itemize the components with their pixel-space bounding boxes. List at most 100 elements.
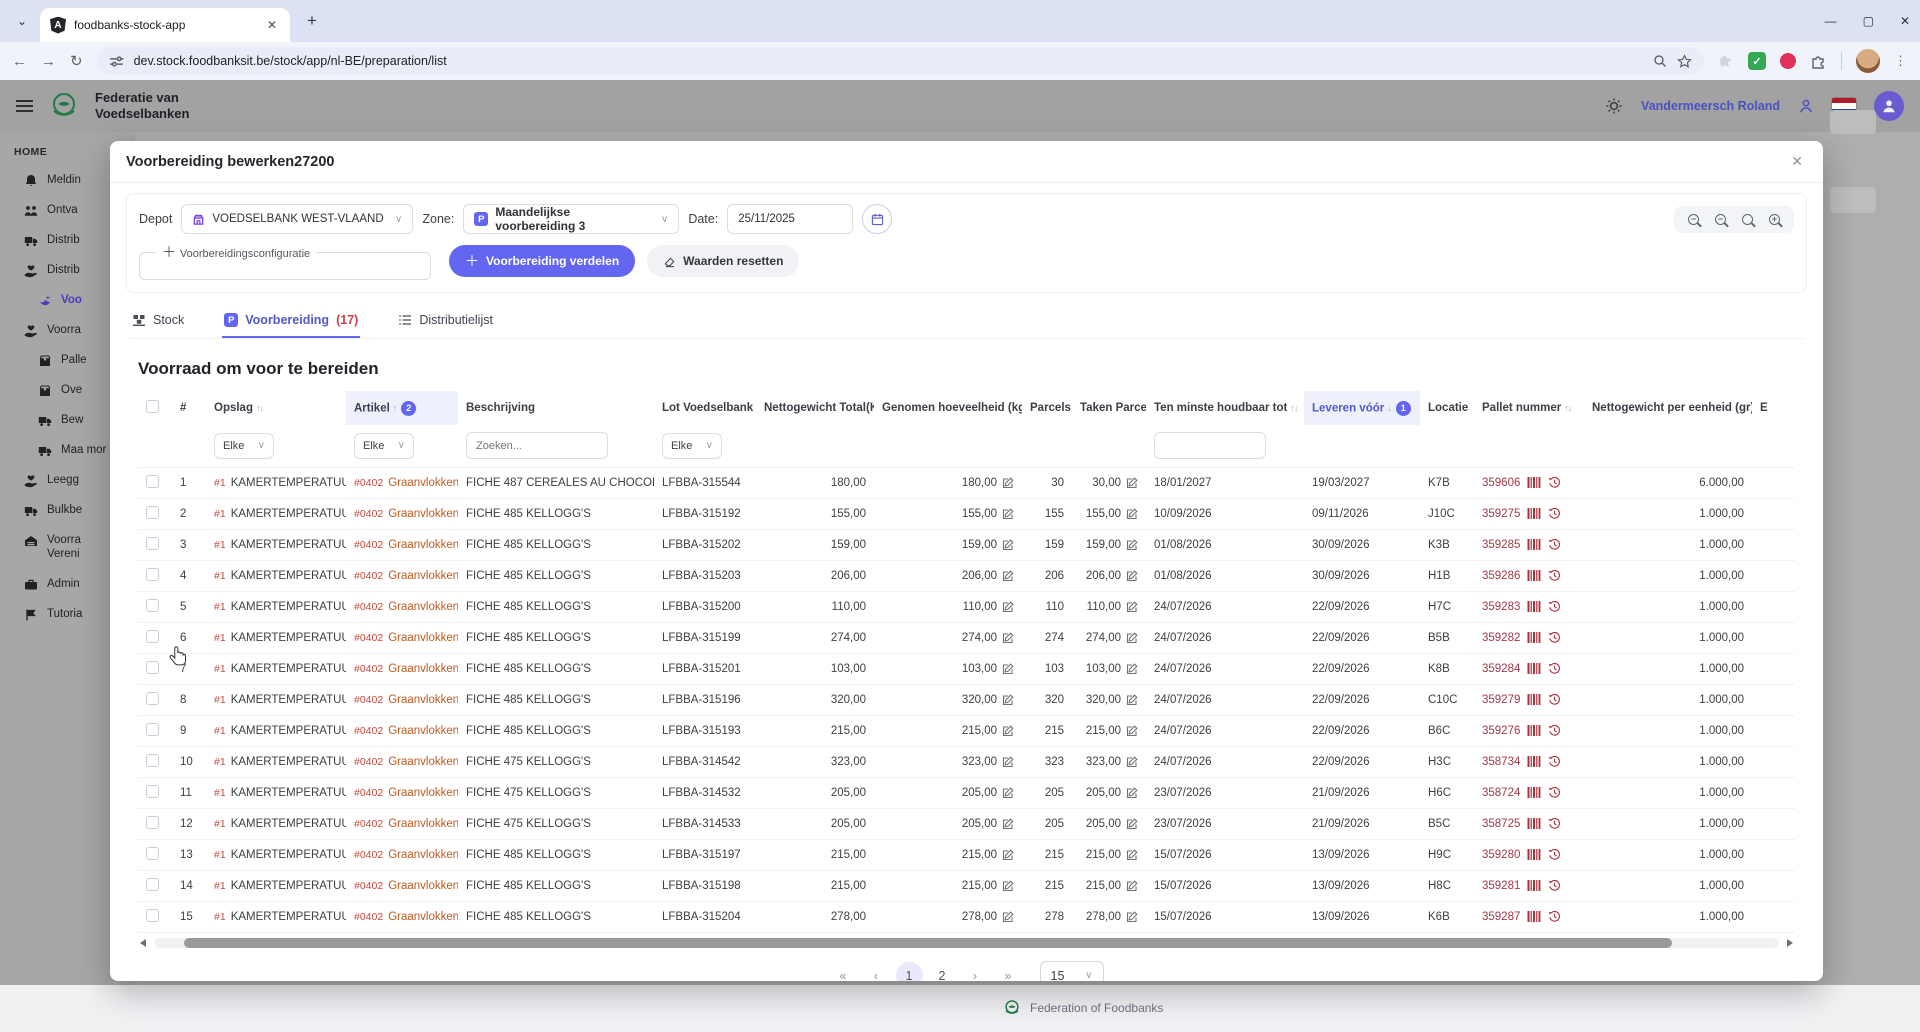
filter-artikel-select[interactable]: Elke ∨ <box>354 432 414 459</box>
history-icon[interactable] <box>1548 755 1561 768</box>
pallet-number-link[interactable]: 359280 <box>1482 849 1520 861</box>
barcode-icon[interactable] <box>1527 755 1541 768</box>
edit-icon[interactable] <box>1002 507 1014 520</box>
tab-search-chevron-icon[interactable]: ⌄ <box>8 7 36 35</box>
depot-select[interactable]: VOEDSELBANK WEST-VLAANDEREN ∨ <box>181 204 414 234</box>
pallet-number-link[interactable]: 359284 <box>1482 663 1520 675</box>
row-checkbox[interactable] <box>146 629 159 643</box>
edit-icon[interactable] <box>1002 600 1014 613</box>
page-size-select[interactable]: 15 ∨ <box>1039 960 1104 981</box>
theme-sun-icon[interactable] <box>1605 97 1623 115</box>
col-pallet-header[interactable]: Pallet nummer ↑↓ <box>1474 391 1584 425</box>
zoom-out-icon[interactable]: − <box>1688 213 1699 225</box>
barcode-icon[interactable] <box>1527 879 1541 892</box>
pallet-number-link[interactable]: 359279 <box>1482 694 1520 706</box>
col-tht-header[interactable]: Ten minste houdbaar tot ↑↓ <box>1146 391 1304 425</box>
barcode-icon[interactable] <box>1527 507 1541 520</box>
history-icon[interactable] <box>1548 817 1561 830</box>
edit-icon[interactable] <box>1126 693 1138 706</box>
row-checkbox[interactable] <box>146 567 159 581</box>
select-all-checkbox[interactable] <box>146 400 159 413</box>
tab-stock[interactable]: Stock <box>130 305 186 338</box>
barcode-icon[interactable] <box>1527 600 1541 613</box>
sort-icon[interactable]: ↑↓ <box>1564 403 1572 413</box>
sort-icon[interactable]: ↑↓ <box>256 403 264 413</box>
reload-button[interactable]: ↻ <box>70 52 83 70</box>
url-bar[interactable]: dev.stock.foodbanksit.be/stock/app/nl-BE… <box>96 47 1704 75</box>
edit-icon[interactable] <box>1126 569 1138 582</box>
tab-close-icon[interactable]: ✕ <box>264 18 280 32</box>
page-1-button[interactable]: 1 <box>895 962 923 981</box>
page-2-button[interactable]: 2 <box>929 962 956 982</box>
edit-icon[interactable] <box>1002 755 1014 768</box>
date-input[interactable]: 25/11/2025 <box>727 204 854 234</box>
row-checkbox[interactable] <box>146 753 159 767</box>
history-icon[interactable] <box>1548 724 1561 737</box>
user-avatar[interactable] <box>1874 91 1904 121</box>
new-tab-button[interactable]: + <box>298 7 326 35</box>
history-icon[interactable] <box>1548 538 1561 551</box>
row-checkbox[interactable] <box>146 784 159 798</box>
zoom-out-small-icon[interactable]: − <box>1715 213 1726 225</box>
red-dot-extension-icon[interactable] <box>1780 53 1796 69</box>
site-settings-icon[interactable] <box>109 54 124 69</box>
filter-search-input[interactable] <box>466 432 608 460</box>
pallet-number-link[interactable]: 359287 <box>1482 911 1520 923</box>
pallet-number-link[interactable]: 358724 <box>1482 787 1520 799</box>
row-checkbox[interactable] <box>146 877 159 891</box>
filter-opslag-select[interactable]: Elke ∨ <box>214 432 274 459</box>
pallet-number-link[interactable]: 359286 <box>1482 570 1520 582</box>
filter-tht-input[interactable] <box>1154 432 1266 460</box>
edit-icon[interactable] <box>1002 910 1014 923</box>
row-checkbox[interactable] <box>146 660 159 674</box>
col-opslag-header[interactable]: Opslag ↑↓ <box>206 391 346 425</box>
last-page-button[interactable]: » <box>995 962 1022 982</box>
edit-icon[interactable] <box>1002 724 1014 737</box>
edit-icon[interactable] <box>1126 631 1138 644</box>
col-artikel-header[interactable]: Artikel ↑ 2 <box>346 391 458 425</box>
pallet-number-link[interactable]: 358734 <box>1482 756 1520 768</box>
filter-lot-select[interactable]: Elke ∨ <box>662 432 722 459</box>
scroll-left-icon[interactable] <box>140 938 146 947</box>
barcode-icon[interactable] <box>1527 786 1541 799</box>
preparation-config-input[interactable]: ＋ Voorbereidingsconfiguratie <box>139 242 431 280</box>
zoom-page-icon[interactable] <box>1653 54 1667 68</box>
edit-icon[interactable] <box>1002 786 1014 799</box>
first-page-button[interactable]: « <box>830 962 857 982</box>
barcode-icon[interactable] <box>1527 631 1541 644</box>
history-icon[interactable] <box>1548 693 1561 706</box>
tab-distributielijst[interactable]: Distributielijst <box>396 305 495 338</box>
back-button[interactable]: ← <box>12 53 27 70</box>
window-close-button[interactable]: ✕ <box>1900 14 1910 28</box>
row-checkbox[interactable] <box>146 505 159 519</box>
pallet-number-link[interactable]: 358725 <box>1482 818 1520 830</box>
zoom-in-icon[interactable]: + <box>1769 213 1780 225</box>
edit-icon[interactable] <box>1126 724 1138 737</box>
edit-icon[interactable] <box>1126 662 1138 675</box>
barcode-icon[interactable] <box>1527 569 1541 582</box>
barcode-icon[interactable] <box>1527 538 1541 551</box>
window-maximize-button[interactable]: ▢ <box>1863 14 1874 28</box>
edit-icon[interactable] <box>1002 538 1014 551</box>
edit-icon[interactable] <box>1126 600 1138 613</box>
barcode-icon[interactable] <box>1527 693 1541 706</box>
edit-icon[interactable] <box>1002 569 1014 582</box>
edit-icon[interactable] <box>1002 631 1014 644</box>
row-checkbox[interactable] <box>146 815 159 829</box>
edit-icon[interactable] <box>1002 817 1014 830</box>
history-icon[interactable] <box>1548 600 1561 613</box>
barcode-icon[interactable] <box>1527 662 1541 675</box>
col-leveren-header[interactable]: Leveren vóór ↓ 1 <box>1304 391 1420 425</box>
calendar-button[interactable] <box>862 204 893 234</box>
bookmark-star-icon[interactable] <box>1677 53 1692 69</box>
row-checkbox[interactable] <box>146 598 159 612</box>
row-checkbox[interactable] <box>146 908 159 922</box>
history-icon[interactable] <box>1548 848 1561 861</box>
history-icon[interactable] <box>1548 569 1561 582</box>
row-checkbox[interactable] <box>146 536 159 550</box>
search-magnifier-icon[interactable] <box>1742 213 1753 225</box>
pallet-number-link[interactable]: 359275 <box>1482 508 1520 520</box>
edit-icon[interactable] <box>1002 848 1014 861</box>
browser-profile-avatar[interactable] <box>1856 49 1880 73</box>
pallet-number-link[interactable]: 359282 <box>1482 632 1520 644</box>
